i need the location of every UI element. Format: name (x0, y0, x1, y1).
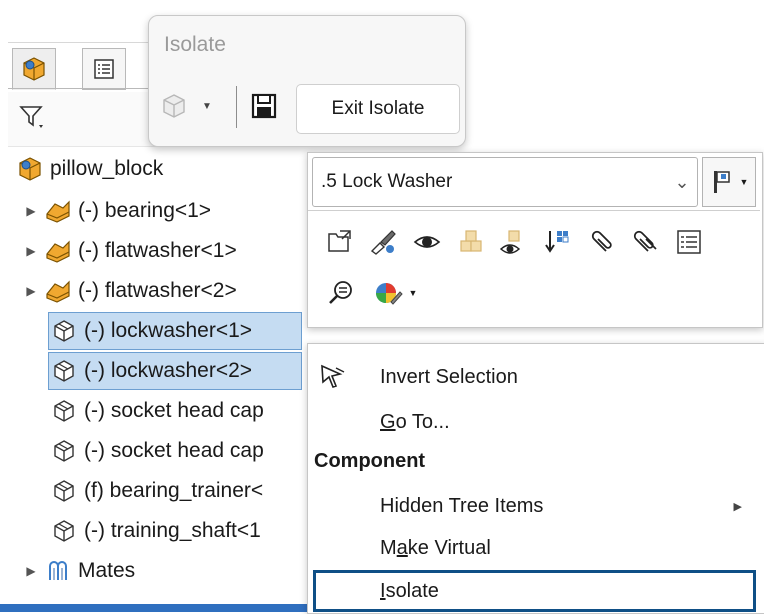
tree-item-label: (-) socket head cap (84, 439, 264, 462)
tree-item-label: Mates (78, 559, 136, 582)
part-icon (48, 317, 80, 345)
attach-multiple-button[interactable] (626, 223, 664, 261)
chevron-down-icon: ▼ (408, 288, 418, 298)
filter-icon (19, 106, 43, 128)
transparency-icon (460, 230, 482, 252)
assembly-icon (14, 155, 46, 183)
tab-divider (8, 88, 158, 89)
zoom-to-selection-icon (329, 281, 352, 304)
hide-others-icon (499, 230, 521, 254)
attach-button[interactable] (582, 223, 620, 261)
tab-featuremanager[interactable] (12, 48, 56, 90)
tab-propertymanager[interactable] (82, 48, 126, 90)
paperclip-icon (591, 230, 612, 252)
tree-item-label: (-) bearing<1> (78, 199, 212, 222)
menu-item-go-to[interactable]: Go To... (308, 401, 764, 443)
part-icon (48, 477, 80, 505)
tree-item-socket-head-cap-2[interactable]: (-) socket head cap (48, 432, 264, 470)
expand-arrow-icon[interactable]: ▶ (20, 284, 42, 298)
tree-item-label: (-) lockwasher<1> (84, 319, 253, 342)
tree-item-label: (-) socket head cap (84, 399, 264, 422)
panel-header-strip (8, 0, 158, 43)
popup-divider (236, 86, 237, 128)
save-as-button[interactable] (242, 84, 286, 128)
zoom-to-selection-button[interactable] (322, 274, 360, 312)
appearance-icon (375, 283, 403, 305)
tree-item-label: (f) bearing_trainer< (84, 479, 264, 502)
component-select-dropdown[interactable]: .5 Lock Washer ⌄ (312, 157, 698, 207)
chevron-down-icon: ⌄ (674, 171, 690, 192)
tree-item-label: (-) lockwasher<2> (84, 359, 253, 382)
appearance-button[interactable]: ▼ (368, 274, 422, 312)
tree-item-flatwasher-2[interactable]: ▶ (-) flatwasher<2> (20, 272, 237, 310)
menu-item-isolate[interactable]: Isolate (313, 570, 756, 612)
tree-root-label: pillow_block (50, 157, 164, 180)
subassembly-icon (42, 277, 74, 305)
part-icon (48, 437, 80, 465)
menu-item-make-virtual[interactable]: Make Virtual (308, 527, 764, 569)
part-icon (48, 357, 80, 385)
isolate-display-style-button[interactable]: ▼ (160, 86, 222, 126)
part-icon (48, 517, 80, 545)
component-properties-button[interactable] (670, 223, 708, 261)
tree-item-mates[interactable]: ▶ Mates (20, 552, 135, 590)
show-hide-eye-icon (413, 236, 441, 248)
part-icon (48, 397, 80, 425)
show-hide-button[interactable] (408, 223, 446, 261)
isolate-popup-title: Isolate (164, 33, 226, 56)
display-style-icon (163, 94, 185, 118)
save-icon (251, 93, 277, 119)
subassembly-icon (42, 197, 74, 225)
tree-item-label: (-) flatwasher<1> (78, 239, 237, 262)
mates-icon (42, 557, 74, 585)
expand-arrow-icon[interactable]: ▶ (20, 204, 42, 218)
chevron-down-icon: ▼ (739, 177, 749, 187)
edit-part-icon (370, 230, 396, 255)
menu-item-label: Invert Selection (380, 365, 518, 388)
tree-item-lockwasher-1[interactable]: (-) lockwasher<1> (48, 312, 302, 350)
submenu-arrow-icon: ▶ (733, 500, 742, 513)
filter-button[interactable] (16, 100, 50, 134)
assembly-icon (23, 57, 45, 81)
insert-arrow-icon (545, 231, 569, 253)
multi-paperclip-icon (633, 230, 657, 252)
tree-root-item[interactable]: pillow_block (14, 150, 163, 188)
tree-item-lockwasher-2[interactable]: (-) lockwasher<2> (48, 352, 302, 390)
subassembly-icon (42, 237, 74, 265)
open-part-icon (328, 230, 351, 252)
menu-item-label: Hidden Tree Items (380, 494, 544, 517)
menu-item-label: Go To... (380, 410, 450, 433)
tree-item-bearing-trainer[interactable]: (f) bearing_trainer< (48, 472, 263, 510)
property-manager-icon (94, 59, 114, 79)
tree-item-label: (-) flatwasher<2> (78, 279, 237, 302)
tree-item-socket-head-cap-1[interactable]: (-) socket head cap (48, 392, 264, 430)
toolbar-divider (308, 210, 760, 211)
properties-icon (677, 230, 701, 254)
exit-isolate-button[interactable]: Exit Isolate (296, 84, 460, 134)
tree-item-label: (-) training_shaft<1 (84, 519, 261, 542)
change-transparency-button[interactable] (452, 223, 490, 261)
menu-item-label: Isolate (380, 579, 439, 602)
flag-icon (713, 171, 730, 193)
menu-item-hidden-tree-items[interactable]: Hidden Tree Items ▶ (308, 485, 764, 527)
invert-selection-icon (321, 364, 345, 388)
flag-menu-button[interactable]: ▼ (702, 157, 756, 207)
menu-section-header: Component (314, 450, 426, 472)
chevron-down-icon: ▼ (202, 100, 212, 112)
hide-others-button[interactable] (494, 223, 532, 261)
expand-arrow-icon[interactable]: ▶ (20, 244, 42, 258)
tree-item-bearing-1[interactable]: ▶ (-) bearing<1> (20, 192, 211, 230)
edit-part-button[interactable] (364, 223, 402, 261)
tree-item-flatwasher-1[interactable]: ▶ (-) flatwasher<1> (20, 232, 237, 270)
tree-scroll-indicator (0, 604, 312, 612)
expand-arrow-icon[interactable]: ▶ (20, 564, 42, 578)
menu-item-label: Make Virtual (380, 536, 491, 559)
selected-component-value: .5 Lock Washer (321, 171, 453, 192)
tree-item-training-shaft[interactable]: (-) training_shaft<1 (48, 512, 261, 550)
open-part-button[interactable] (322, 223, 360, 261)
menu-item-invert-selection[interactable]: Invert Selection (308, 356, 764, 398)
insert-rollback-button[interactable] (538, 223, 576, 261)
